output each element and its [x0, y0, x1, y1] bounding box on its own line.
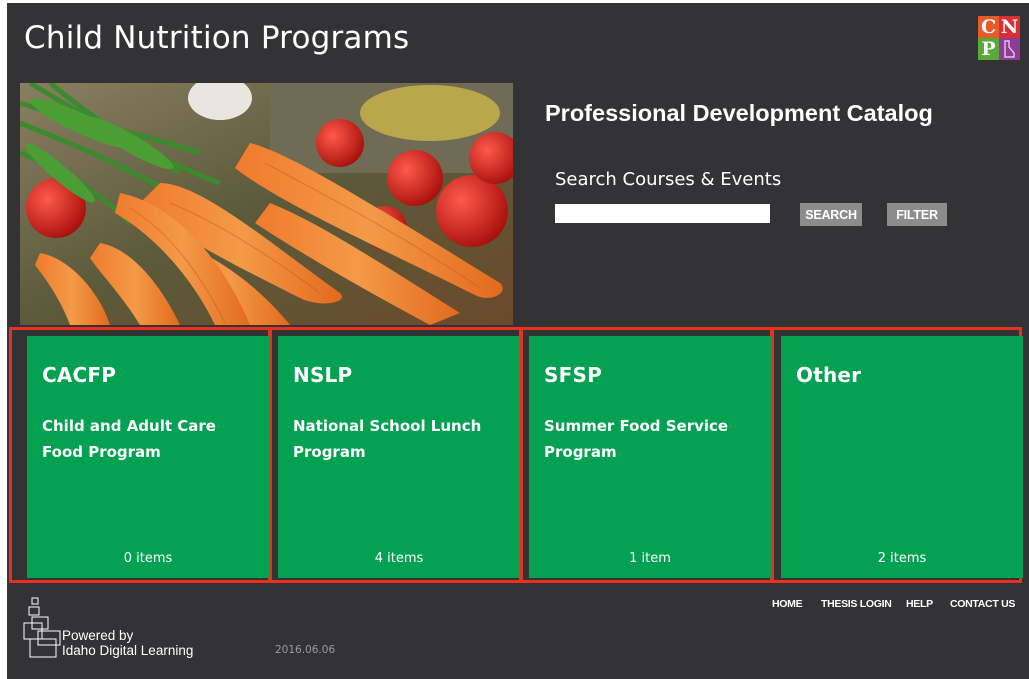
- footer-link-thesis-login[interactable]: THESIS LOGIN: [821, 598, 892, 610]
- program-abbr: CACFP: [42, 363, 117, 387]
- program-name: Summer Food Service Program: [544, 417, 729, 461]
- logo-letter-c: C: [978, 16, 999, 38]
- footer-link-contact-us[interactable]: CONTACT US: [950, 598, 1015, 610]
- search-input[interactable]: [555, 204, 770, 223]
- search-label: Search Courses & Events: [555, 169, 782, 190]
- footer-link-home[interactable]: HOME: [772, 598, 803, 610]
- program-abbr: SFSP: [544, 363, 602, 387]
- program-item-count: 0 items: [123, 551, 173, 566]
- powered-by-text[interactable]: Powered by Idaho Digital Learning: [62, 628, 193, 658]
- powered-by-brand: Idaho Digital Learning: [62, 643, 194, 658]
- site-title: Child Nutrition Programs: [24, 20, 410, 56]
- program-abbr: Other: [796, 363, 862, 387]
- filter-button[interactable]: FILTER: [887, 203, 947, 226]
- program-name: National School Lunch Program: [293, 417, 482, 461]
- footer-link-help[interactable]: HELP: [906, 598, 933, 610]
- program-tile-other[interactable]: Other 2 items: [781, 336, 1023, 578]
- program-name: Child and Adult Care Food Program: [42, 417, 216, 461]
- version-number: 2016.06.06: [275, 644, 336, 656]
- cnp-logo-icon[interactable]: C N P: [978, 16, 1020, 60]
- program-tile-nslp[interactable]: NSLP National School Lunch Program 4 ite…: [278, 336, 520, 578]
- search-button[interactable]: SEARCH: [800, 203, 862, 226]
- hero-image: [20, 83, 513, 325]
- logo-letter-p: P: [978, 38, 999, 60]
- logo-idaho-shape: [999, 38, 1020, 60]
- program-tile-sfsp[interactable]: SFSP Summer Food Service Program 1 item: [529, 336, 771, 578]
- powered-by-line: Powered by: [62, 628, 134, 643]
- catalog-title: Professional Development Catalog: [545, 100, 933, 126]
- program-item-count: 2 items: [877, 551, 927, 566]
- logo-letter-n: N: [999, 16, 1020, 38]
- program-item-count: 4 items: [374, 551, 424, 566]
- program-item-count: 1 item: [629, 551, 671, 566]
- program-abbr: NSLP: [293, 363, 353, 387]
- program-tile-cacfp[interactable]: CACFP Child and Adult Care Food Program …: [27, 336, 269, 578]
